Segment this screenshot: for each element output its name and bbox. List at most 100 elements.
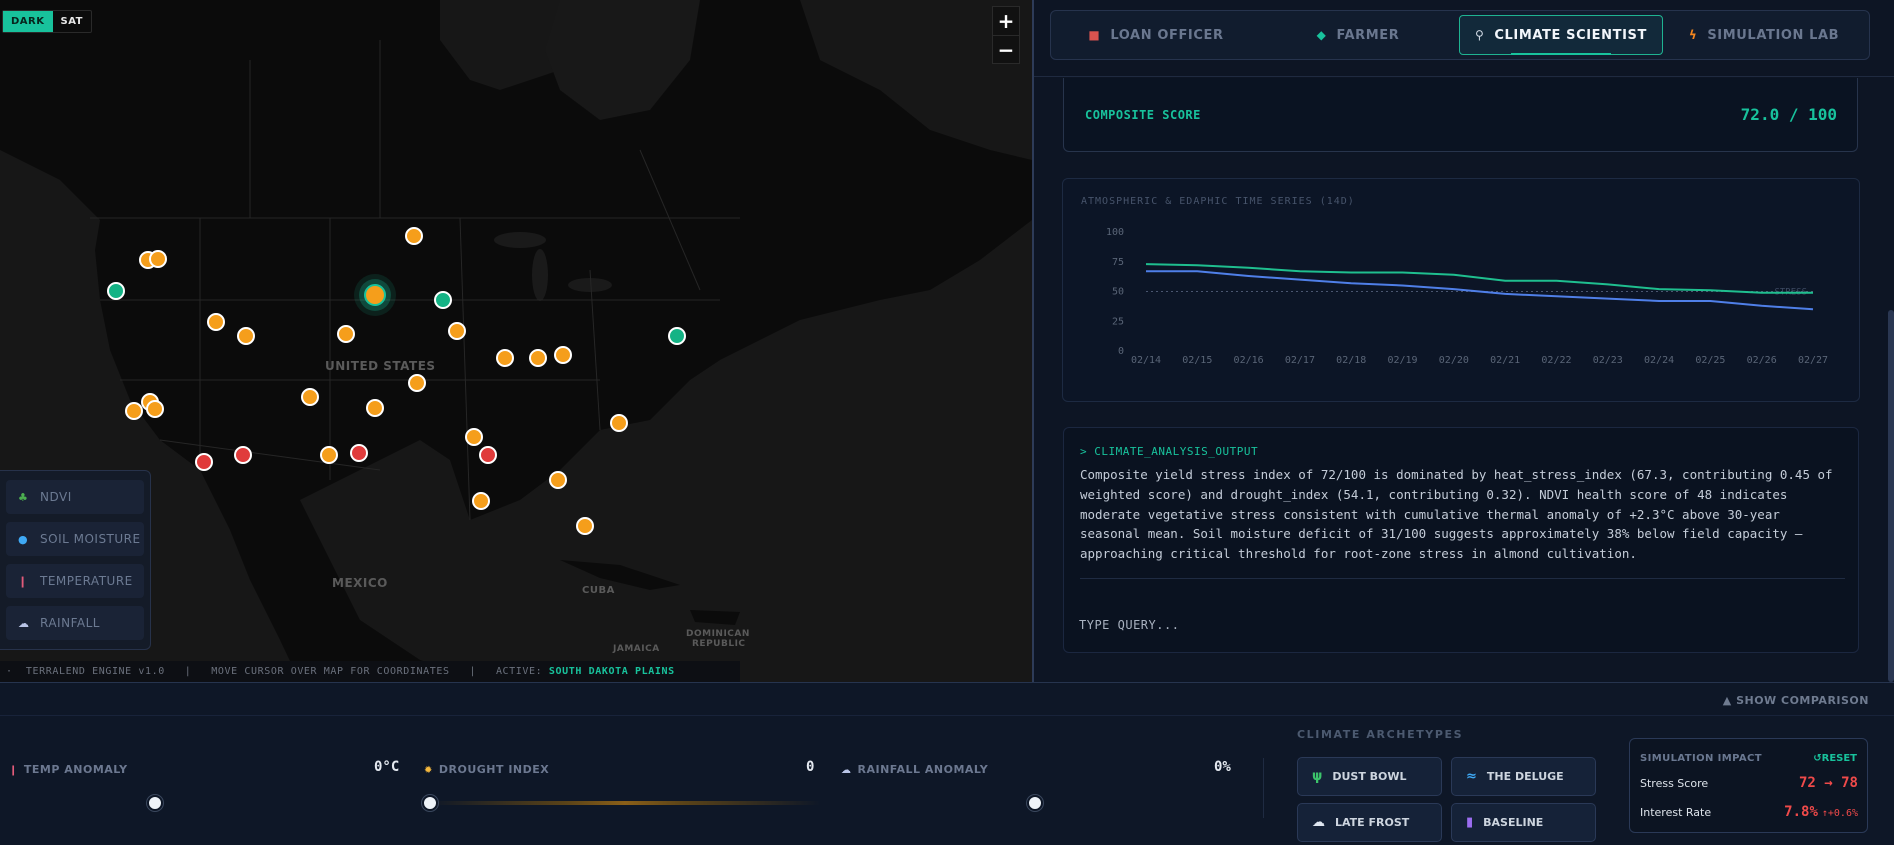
rainfall-anomaly-value: 0% [1214, 759, 1231, 775]
tab-label: SIMULATION LAB [1707, 27, 1840, 43]
layer-soil-moisture-button[interactable]: ● SOIL MOISTURE [6, 522, 144, 556]
map-label-dominican-bottom: REPUBLIC [692, 639, 746, 649]
archetype-dust-bowl-button[interactable]: ψ DUST BOWL [1297, 757, 1442, 796]
farm-pin[interactable] [408, 374, 426, 392]
microscope-icon: ⚲ [1475, 28, 1485, 42]
simulation-impact-card: SIMULATION IMPACT ↺RESET Stress Score 72… [1629, 738, 1868, 833]
farm-pin[interactable] [195, 453, 213, 471]
farm-pin[interactable] [149, 250, 167, 268]
thermometer-icon: ❙ [9, 765, 18, 776]
composite-score-value: 72.0 / 100 [1740, 105, 1837, 124]
farm-pin[interactable] [237, 327, 255, 345]
layer-ndvi-button[interactable]: ♣ NDVI [6, 480, 144, 514]
farm-pin[interactable] [366, 399, 384, 417]
panel-scrollbar[interactable] [1888, 310, 1894, 682]
farm-pin[interactable] [479, 446, 497, 464]
show-comparison-button[interactable]: ▲ SHOW COMPARISON [1723, 694, 1869, 707]
map-style-sat-button[interactable]: SAT [53, 11, 92, 32]
x-tick-label: 02/15 [1182, 355, 1212, 366]
tab-farmer[interactable]: ◆ FARMER [1257, 15, 1459, 55]
map-basemap [0, 0, 1032, 682]
engine-version: TERRALEND ENGINE v1.0 [25, 666, 165, 677]
y-tick-label: 25 [1112, 316, 1124, 327]
layer-temperature-button[interactable]: ❙ TEMPERATURE [6, 564, 144, 598]
map-style-toggle[interactable]: DARK SAT [2, 10, 92, 33]
layer-label: RAINFALL [40, 616, 100, 630]
tab-loan-officer[interactable]: ■ LOAN OFFICER [1055, 15, 1257, 55]
temp-anomaly-track[interactable] [9, 801, 399, 805]
farm-pin[interactable] [320, 446, 338, 464]
farm-pin[interactable] [529, 349, 547, 367]
farm-pin[interactable] [405, 227, 423, 245]
farm-pin[interactable] [107, 282, 125, 300]
tab-simulation-lab[interactable]: ϟ SIMULATION LAB [1663, 15, 1865, 55]
x-tick-label: 02/14 [1131, 355, 1161, 366]
archetype-baseline-button[interactable]: ▮ BASELINE [1451, 803, 1596, 842]
rainfall-anomaly-slider-handle[interactable] [1027, 795, 1043, 811]
layer-label: NDVI [40, 490, 72, 504]
x-tick-label: 02/20 [1439, 355, 1469, 366]
x-tick-label: 02/25 [1695, 355, 1725, 366]
persona-tabs: ■ LOAN OFFICER ◆ FARMER ⚲ CLIMATE SCIENT… [1050, 10, 1870, 60]
interest-rate-label: Interest Rate [1640, 806, 1712, 819]
archetypes-title: CLIMATE ARCHETYPES [1297, 728, 1464, 741]
zoom-control: + − [992, 6, 1020, 64]
x-tick-label: 02/23 [1593, 355, 1623, 366]
impact-stress-row: Stress Score 72 → 78 [1640, 775, 1858, 791]
temp-anomaly-slider-handle[interactable] [147, 795, 163, 811]
y-tick-label: 50 [1112, 287, 1124, 298]
farm-pin[interactable] [448, 322, 466, 340]
farm-pin[interactable] [337, 325, 355, 343]
farm-pin[interactable] [576, 517, 594, 535]
briefcase-icon: ■ [1088, 28, 1101, 42]
zoom-in-button[interactable]: + [993, 7, 1019, 35]
y-tick-label: 0 [1118, 346, 1124, 357]
simulation-controls: ▲ SHOW COMPARISON ❙ TEMP ANOMALY 0°C ✹ DRO… [0, 682, 1894, 845]
farm-pin[interactable] [434, 291, 452, 309]
tab-climate-scientist[interactable]: ⚲ CLIMATE SCIENTIST [1459, 15, 1663, 55]
map-label-cuba: CUBA [582, 585, 615, 596]
map-label-jamaica: JAMAICA [613, 644, 660, 654]
console-title: > CLIMATE_ANALYSIS_OUTPUT [1080, 445, 1259, 458]
x-tick-label: 02/17 [1285, 355, 1315, 366]
farm-pin[interactable] [549, 471, 567, 489]
x-tick-label: 02/19 [1387, 355, 1417, 366]
zoom-out-button[interactable]: − [993, 35, 1019, 63]
wave-icon: ≈ [1466, 769, 1477, 784]
farm-pin[interactable] [668, 327, 686, 345]
farm-pin[interactable] [146, 400, 164, 418]
farm-pin[interactable] [234, 446, 252, 464]
farm-pin[interactable] [554, 346, 572, 364]
farm-pin[interactable] [207, 313, 225, 331]
map-style-dark-button[interactable]: DARK [3, 11, 53, 32]
query-input[interactable] [1079, 618, 1679, 632]
drought-index-slider-handle[interactable] [422, 795, 438, 811]
farm-pin[interactable] [472, 492, 490, 510]
persona-panel: ■ LOAN OFFICER ◆ FARMER ⚲ CLIMATE SCIENT… [1032, 0, 1894, 682]
impact-title: SIMULATION IMPACT [1640, 753, 1763, 764]
x-tick-label: 02/26 [1747, 355, 1777, 366]
series-line-0 [1145, 263, 1813, 294]
x-tick-label: 02/22 [1541, 355, 1571, 366]
temp-anomaly-value: 0°C [374, 759, 400, 775]
archetype-late-frost-button[interactable]: ☁ LATE FROST [1297, 803, 1442, 842]
active-region-label: ACTIVE: [495, 666, 543, 677]
farm-pin[interactable] [301, 388, 319, 406]
snow-cloud-icon: ☁ [1312, 815, 1325, 830]
farm-pin[interactable] [465, 428, 483, 446]
archetype-the-deluge-button[interactable]: ≈ THE DELUGE [1451, 757, 1596, 796]
farm-pin-selected[interactable] [364, 284, 386, 306]
farm-pin[interactable] [496, 349, 514, 367]
x-tick-label: 02/27 [1798, 355, 1828, 366]
farm-pin[interactable] [350, 444, 368, 462]
farm-pin[interactable] [125, 402, 143, 420]
farm-pin[interactable] [610, 414, 628, 432]
drought-index-label: ✹ DROUGHT INDEX [424, 763, 550, 776]
map-canvas[interactable]: DARK SAT + − UNITED STATES MEXICO CUBA J… [0, 0, 1032, 682]
drought-index-track[interactable] [430, 801, 820, 805]
layer-rainfall-button[interactable]: ☁ RAINFALL [6, 606, 144, 640]
console-divider [1080, 578, 1845, 579]
tractor-icon: ◆ [1316, 28, 1327, 42]
reset-button[interactable]: ↺RESET [1813, 753, 1857, 764]
impact-rate-row: Interest Rate 7.8% ↑+0.6% [1640, 801, 1858, 820]
